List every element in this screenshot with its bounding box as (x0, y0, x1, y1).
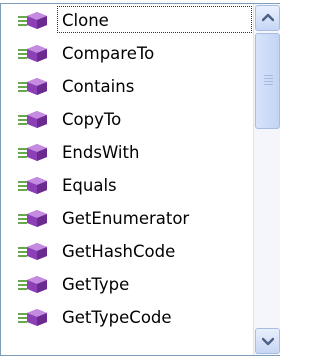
member-label: GetEnumerator (62, 209, 190, 228)
list-item[interactable]: GetType (1, 268, 254, 301)
member-label: CompareTo (62, 44, 155, 63)
list-item[interactable]: EndsWith (1, 136, 254, 169)
grip-line (264, 75, 273, 76)
grip-line (264, 81, 273, 82)
method-icon (18, 12, 47, 29)
member-list: Clone CompareTo Contains CopyTo EndsWith… (1, 4, 254, 355)
list-item[interactable]: CompareTo (1, 37, 254, 70)
method-icon (18, 276, 47, 293)
grip-line (264, 78, 273, 79)
grip-line (264, 84, 273, 85)
list-item[interactable]: GetEnumerator (1, 202, 254, 235)
member-label: GetType (62, 275, 130, 294)
list-item[interactable]: CopyTo (1, 103, 254, 136)
list-item[interactable]: GetHashCode (1, 235, 254, 268)
member-label: EndsWith (62, 143, 140, 162)
scroll-down-button[interactable] (255, 328, 280, 354)
member-label: Clone (62, 11, 109, 30)
method-icon (18, 111, 47, 128)
method-icon (18, 210, 47, 227)
method-icon (18, 243, 47, 260)
list-item[interactable]: Contains (1, 70, 254, 103)
method-icon (18, 45, 47, 62)
member-label: Contains (62, 77, 135, 96)
member-label: Equals (62, 176, 117, 195)
scrollbar-thumb[interactable] (255, 33, 280, 129)
chevron-down-icon (262, 337, 274, 346)
list-item[interactable]: Clone (1, 4, 254, 37)
method-icon (18, 78, 47, 95)
scroll-up-button[interactable] (255, 5, 280, 31)
list-item[interactable]: GetTypeCode (1, 301, 254, 334)
list-item[interactable]: Equals (1, 169, 254, 202)
method-icon (18, 177, 47, 194)
member-label: GetTypeCode (62, 308, 172, 327)
method-icon (18, 144, 47, 161)
vertical-scrollbar[interactable] (253, 4, 280, 355)
method-icon (18, 309, 47, 326)
intellisense-member-list: Clone CompareTo Contains CopyTo EndsWith… (0, 3, 280, 356)
chevron-up-icon (262, 13, 274, 22)
member-label: CopyTo (62, 110, 122, 129)
member-label: GetHashCode (62, 242, 176, 261)
